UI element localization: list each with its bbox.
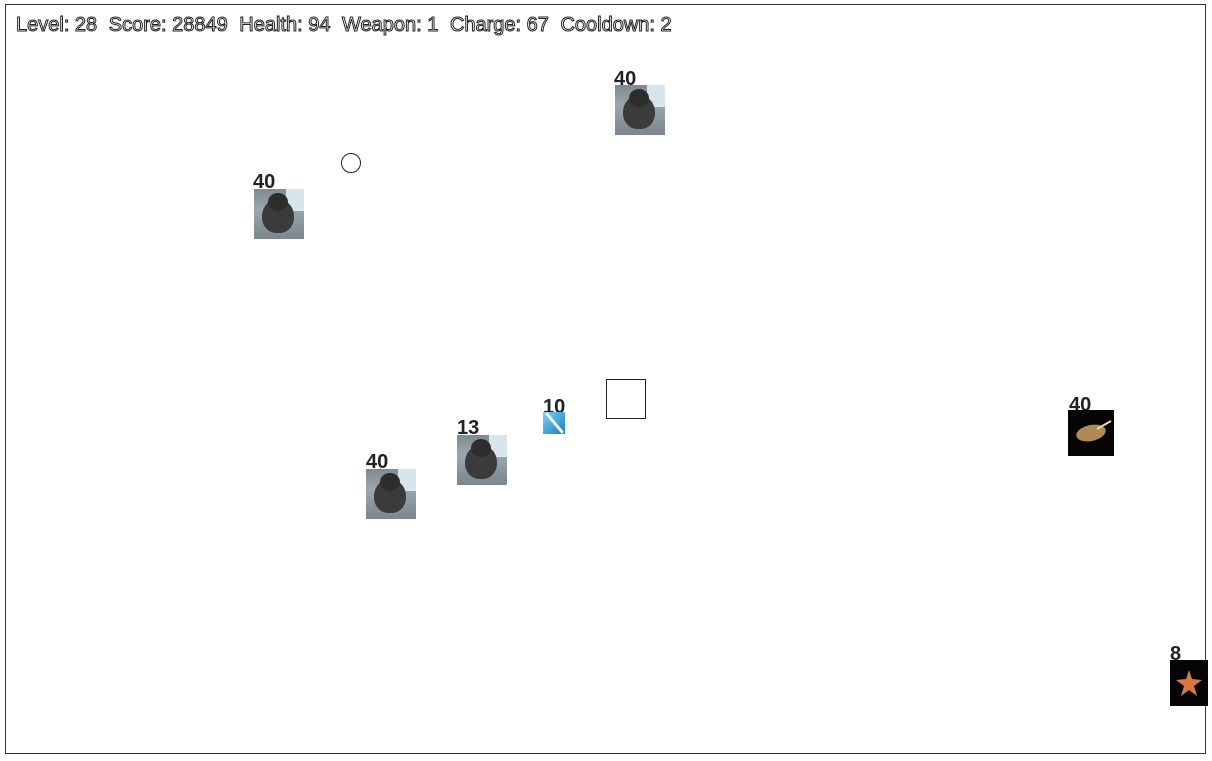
hud-cooldown: Cooldown: 2 [560,14,672,37]
player-square [606,379,646,419]
starfish-icon [1176,670,1202,696]
hud-level: Level: 28 [15,14,98,37]
walrus-enemy [615,85,665,135]
pickup-orb [341,153,361,173]
blue-creature-enemy [543,412,565,434]
hud-charge: Charge: 67 [449,14,549,37]
starfish-enemy [1170,660,1208,706]
hud-weapon: Weapon: 1 [342,14,439,37]
walrus-enemy [366,469,416,519]
hud-status: Level: 28 Score: 28849 Health: 94 Weapon… [15,14,678,37]
hud-score: Score: 28849 [108,14,228,37]
hud-health: Health: 94 [239,14,331,37]
walrus-enemy [254,189,304,239]
walrus-enemy [457,435,507,485]
lobster-enemy [1068,410,1114,456]
